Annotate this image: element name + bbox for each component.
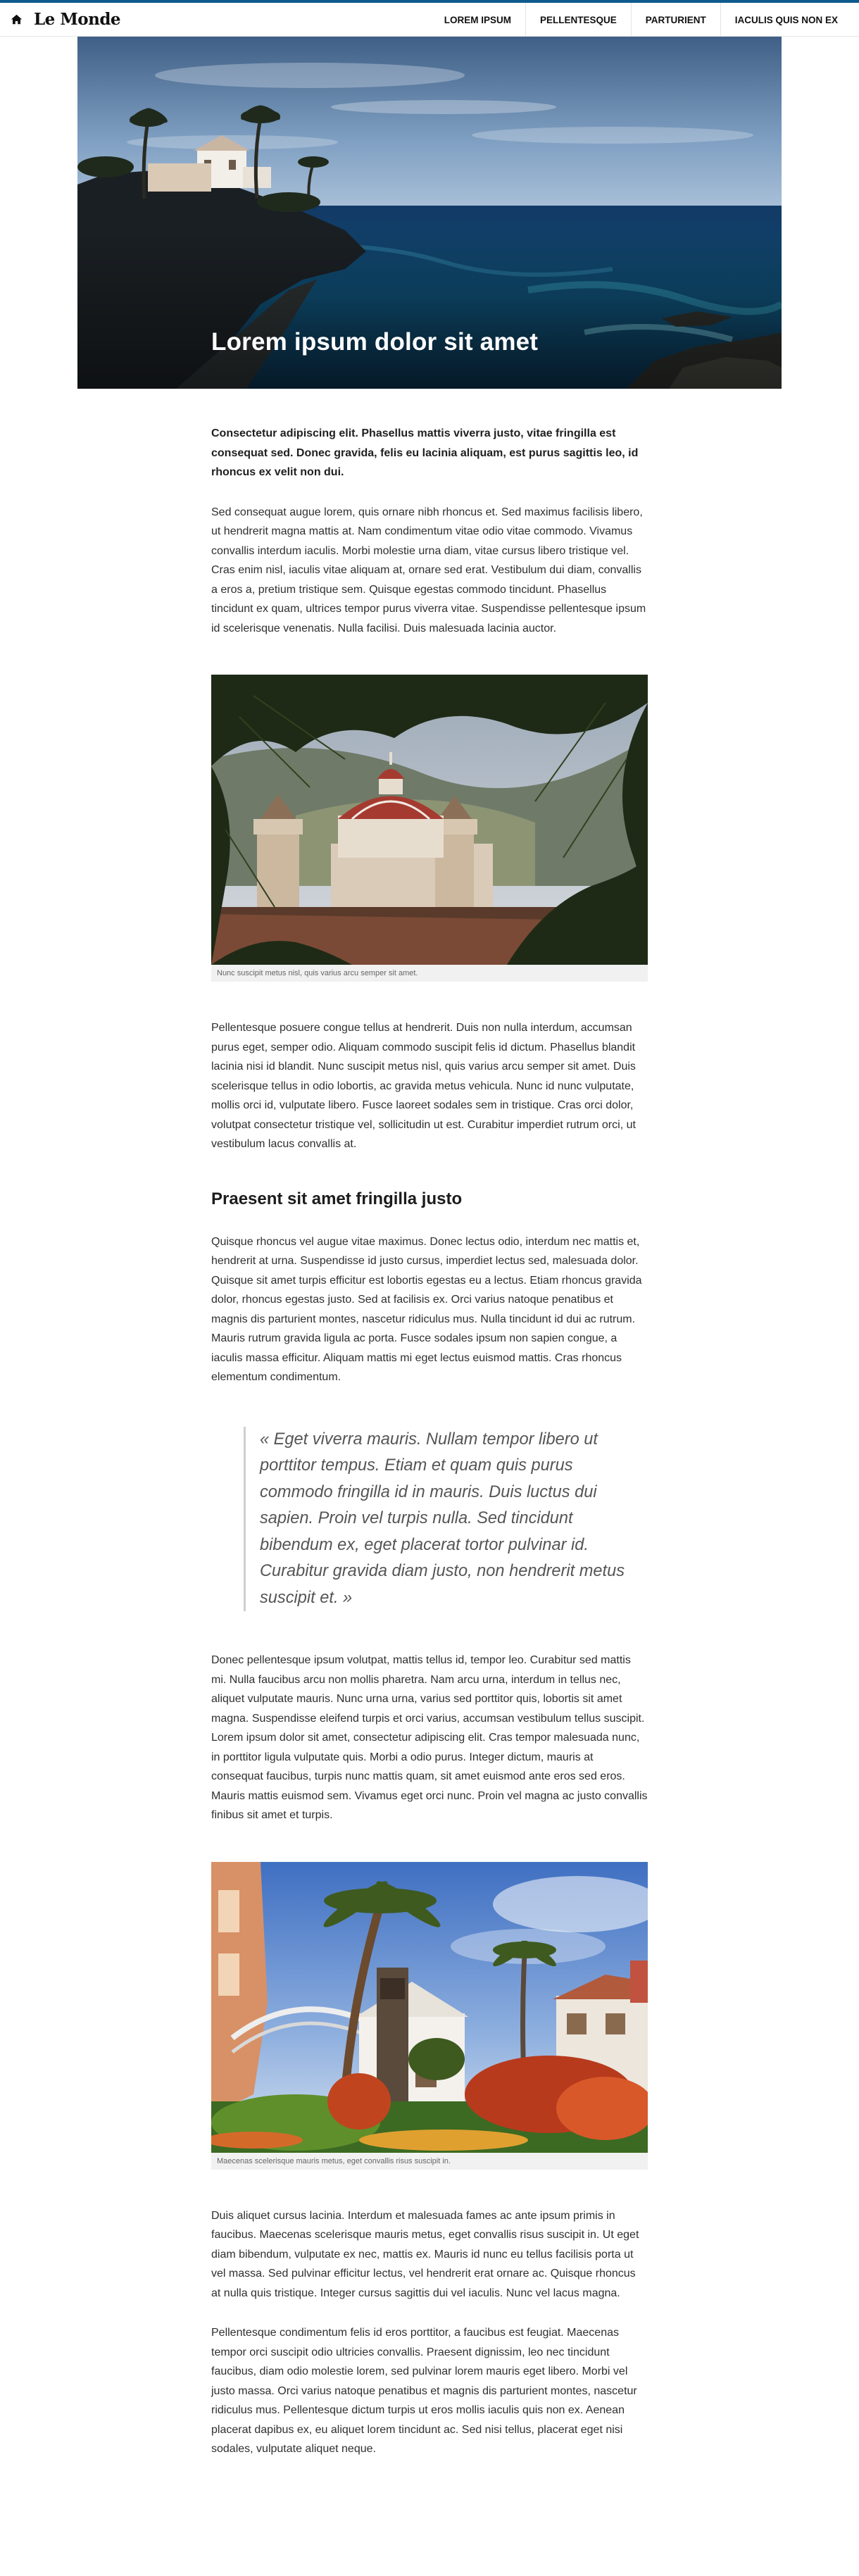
hero-banner: Lorem ipsum dolor sit amet [77,37,782,389]
site-logo[interactable]: Le Monde [34,10,121,29]
home-button[interactable] [0,3,32,37]
nav-item-lorem-ipsum[interactable]: LOREM IPSUM [430,3,526,37]
main-menu: LOREM IPSUM PELLENTESQUE PARTURIENT IACU… [430,3,859,37]
top-navigation-bar: Le Monde LOREM IPSUM PELLENTESQUE PARTUR… [0,0,859,37]
nav-item-iaculis[interactable]: IACULIS QUIS NON EX [721,3,859,37]
article-paragraph: Quisque rhoncus vel augue vitae maximus.… [211,1235,642,1384]
article-paragraph: Donec pellentesque ipsum volutpat, matti… [211,1654,648,1821]
article-paragraph: Pellentesque posuere congue tellus at he… [211,1022,636,1150]
figure-caption: Maecenas scelerisque mauris metus, eget … [211,2152,648,2170]
nav-item-pellentesque[interactable]: PELLENTESQUE [526,3,632,37]
section-heading: Praesent sit amet fringilla justo [211,1189,463,1208]
hero-title: Lorem ipsum dolor sit amet [211,328,539,356]
home-icon [11,14,22,25]
church-photo [211,675,648,965]
article-paragraph: Sed consequat augue lorem, quis ornare n… [211,506,646,634]
article-paragraph: Pellentesque condimentum felis id eros p… [211,2327,637,2455]
article-lead: Consectetur adipiscing elit. Phasellus m… [211,427,639,478]
nav-item-parturient[interactable]: PARTURIENT [632,3,721,37]
plaza-photo [211,1861,648,2153]
article-figure-plaza: Maecenas scelerisque mauris metus, eget … [211,1861,648,2170]
article-body: Consectetur adipiscing elit. Phasellus m… [211,389,648,2536]
figure-caption: Nunc suscipit metus nisl, quis varius ar… [211,965,648,982]
article-figure-church: Nunc suscipit metus nisl, quis varius ar… [211,675,648,982]
article-paragraph: Duis aliquet cursus lacinia. Interdum et… [211,2209,639,2299]
pull-quote: « Eget viverra mauris. Nullam tempor lib… [244,1426,648,1611]
